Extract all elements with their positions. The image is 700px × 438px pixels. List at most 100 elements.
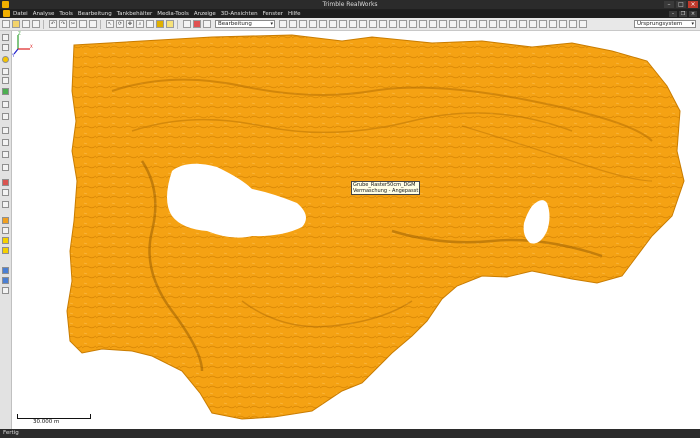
tool-17-icon[interactable]	[449, 20, 457, 28]
tool-d-icon[interactable]	[2, 164, 9, 171]
tool-16-icon[interactable]	[439, 20, 447, 28]
doc-restore-button[interactable]: ❐	[679, 10, 687, 17]
menu-tankbehaelter[interactable]: Tankbehälter	[117, 11, 153, 17]
camera-icon[interactable]	[183, 20, 191, 28]
green-tool-icon[interactable]	[2, 88, 9, 95]
save-icon[interactable]	[22, 20, 30, 28]
tool-14-icon[interactable]	[419, 20, 427, 28]
open-folder-icon[interactable]	[12, 20, 20, 28]
tool-30-icon[interactable]	[579, 20, 587, 28]
orange-tool-icon[interactable]	[2, 217, 9, 224]
coordinate-system-select[interactable]: Ursprungsystem ▾	[634, 20, 696, 28]
red-tool-icon[interactable]	[2, 179, 9, 186]
menu-3d-ansichten[interactable]: 3D-Ansichten	[221, 11, 258, 17]
tool-4-icon[interactable]	[309, 20, 317, 28]
blue-tool-icon[interactable]	[2, 267, 9, 274]
tool-26-icon[interactable]	[539, 20, 547, 28]
zoom-icon[interactable]: ⌕	[136, 20, 144, 28]
3d-viewport[interactable]: Grube_Raster50cm_DGM Vermaschung - Angep…	[12, 31, 700, 429]
pan-icon[interactable]: ✥	[126, 20, 134, 28]
menu-analyse[interactable]: Analyse	[33, 11, 55, 17]
cut-icon[interactable]: ✂	[69, 20, 77, 28]
menu-anzeige[interactable]: Anzeige	[194, 11, 216, 17]
tool-20-icon[interactable]	[479, 20, 487, 28]
tool-7-icon[interactable]	[349, 20, 357, 28]
menu-datei[interactable]: Datei	[13, 11, 28, 17]
tool-9-icon[interactable]	[369, 20, 377, 28]
list-icon[interactable]	[2, 287, 9, 294]
mesh-surface	[66, 34, 685, 420]
copy-icon[interactable]	[79, 20, 87, 28]
menu-bearbeitung[interactable]: Bearbeitung	[78, 11, 112, 17]
zoom-out-icon[interactable]	[2, 77, 9, 84]
mode-select[interactable]: Bearbeitung ▾	[215, 20, 275, 28]
y-axis-line	[13, 48, 19, 55]
tool-23-icon[interactable]	[509, 20, 517, 28]
filter-icon[interactable]	[2, 113, 9, 120]
status-bar: Fertig	[0, 429, 700, 438]
tool-21-icon[interactable]	[489, 20, 497, 28]
tool-11-icon[interactable]	[389, 20, 397, 28]
zoom-in-icon[interactable]	[2, 68, 9, 75]
tool-6-icon[interactable]	[339, 20, 347, 28]
tool-15-icon[interactable]	[429, 20, 437, 28]
tool-e-icon[interactable]	[2, 189, 9, 196]
document-icon[interactable]	[3, 10, 10, 17]
tool-5-icon[interactable]	[329, 20, 337, 28]
doc-minimize-button[interactable]: –	[669, 10, 677, 17]
tool-c-icon[interactable]	[2, 151, 9, 158]
tool-a-icon[interactable]	[2, 127, 9, 134]
paste-icon[interactable]	[89, 20, 97, 28]
blue-tool-2-icon[interactable]	[2, 277, 9, 284]
tool-18-icon[interactable]	[459, 20, 467, 28]
tool-22-icon[interactable]	[499, 20, 507, 28]
undo-icon[interactable]: ↶	[49, 20, 57, 28]
tool-b-icon[interactable]	[2, 139, 9, 146]
close-button[interactable]: ×	[688, 1, 698, 8]
print-icon[interactable]	[32, 20, 40, 28]
document-window-controls: – ❐ ×	[669, 10, 697, 17]
tool-29-icon[interactable]	[569, 20, 577, 28]
tool-1-icon[interactable]	[279, 20, 287, 28]
yellow-circle-icon[interactable]	[2, 56, 9, 63]
tool-19-icon[interactable]	[469, 20, 477, 28]
rotate-icon[interactable]: ⟳	[116, 20, 124, 28]
project-icon[interactable]	[203, 20, 211, 28]
fit-view-icon[interactable]	[146, 20, 154, 28]
yellow-tool-2-icon[interactable]	[2, 247, 9, 254]
table-icon[interactable]	[2, 227, 9, 234]
tool-27-icon[interactable]	[549, 20, 557, 28]
menu-media-tools[interactable]: Media-Tools	[157, 11, 189, 17]
measure-icon[interactable]	[319, 20, 327, 28]
menu-hilfe[interactable]: Hilfe	[288, 11, 301, 17]
select-arrow-icon[interactable]: ↖	[106, 20, 114, 28]
tool-2-icon[interactable]	[289, 20, 297, 28]
tool-3-icon[interactable]	[299, 20, 307, 28]
tree-view-icon[interactable]	[2, 34, 9, 41]
select-icon[interactable]	[2, 44, 9, 51]
tool-12-icon[interactable]	[399, 20, 407, 28]
tool-28-icon[interactable]	[559, 20, 567, 28]
station-icon[interactable]	[193, 20, 201, 28]
window-title: Trimble RealWorks	[322, 1, 378, 8]
tool-25-icon[interactable]	[529, 20, 537, 28]
maximize-button[interactable]: □	[676, 1, 686, 8]
menu-fenster[interactable]: Fenster	[263, 11, 283, 17]
tool-24-icon[interactable]	[519, 20, 527, 28]
lock-icon[interactable]	[2, 101, 9, 108]
x-axis-label: X	[30, 44, 33, 49]
tool-13-icon[interactable]	[409, 20, 417, 28]
minimize-button[interactable]: –	[664, 1, 674, 8]
tool-f-icon[interactable]	[2, 201, 9, 208]
yellow-tool-icon[interactable]	[2, 237, 9, 244]
mesh-render[interactable]	[12, 31, 700, 429]
tool-10-icon[interactable]	[379, 20, 387, 28]
redo-icon[interactable]: ↷	[59, 20, 67, 28]
doc-close-button[interactable]: ×	[689, 10, 697, 17]
render-mode-icon[interactable]	[156, 20, 164, 28]
chevron-down-icon: ▾	[270, 21, 273, 27]
tool-8-icon[interactable]	[359, 20, 367, 28]
menu-tools[interactable]: Tools	[59, 11, 73, 17]
new-file-icon[interactable]	[2, 20, 10, 28]
lightbulb-icon[interactable]	[166, 20, 174, 28]
